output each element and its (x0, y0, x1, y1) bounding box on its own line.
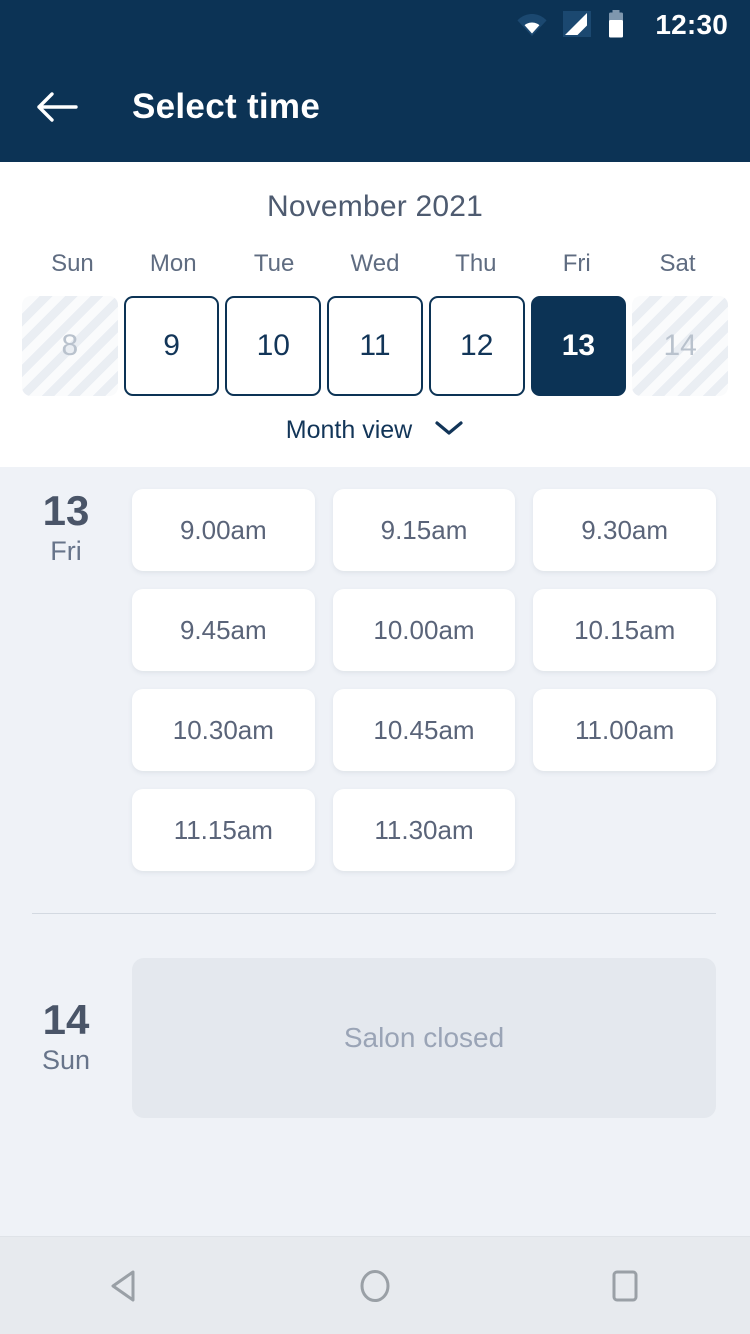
calendar-card: November 2021 Sun Mon Tue Wed Thu Fri Sa… (0, 162, 750, 467)
nav-recents-icon[interactable] (565, 1251, 685, 1321)
weekday-label: Thu (455, 250, 497, 277)
day-weekday: Sun (41, 1045, 91, 1076)
weekday-label: Sat (659, 250, 696, 277)
calendar-date-cell[interactable]: 11 (327, 296, 423, 396)
salon-closed-panel: Salon closed (132, 958, 716, 1118)
status-bar: 12:30 (0, 0, 750, 52)
calendar-date-cell[interactable]: 12 (428, 296, 525, 396)
app-bar: Select time (0, 52, 750, 162)
day-label: 13 Fri (0, 487, 132, 570)
weekday-label: Tue (253, 250, 295, 277)
nav-back-icon[interactable] (65, 1251, 185, 1321)
calendar-date-cell: 8 (22, 296, 118, 396)
time-slot[interactable]: 10.00am (332, 589, 516, 671)
android-nav-bar (0, 1236, 750, 1334)
nav-home-icon[interactable] (315, 1251, 435, 1321)
time-slot[interactable]: 11.00am (533, 689, 716, 771)
calendar-date-cell[interactable]: 10 (225, 296, 322, 396)
time-slot[interactable]: 9.45am (132, 589, 315, 671)
chevron-down-icon (434, 419, 464, 442)
time-slot[interactable]: 9.30am (533, 489, 716, 571)
slots-body: 13 Fri 9.00am 9.15am 9.30am 9.45am 10.00… (0, 467, 750, 1236)
status-icon-group: 12:30 (517, 9, 728, 43)
weekday-label: Fri (562, 250, 591, 277)
weekday-label: Wed (350, 250, 400, 277)
signal-icon (563, 10, 592, 42)
calendar-date-cell[interactable]: 9 (123, 296, 220, 396)
weekday-label: Sun (51, 250, 94, 277)
calendar-date-row: 8 9 10 11 12 13 14 (0, 296, 750, 396)
calendar-date-cell: 14 (632, 296, 728, 396)
time-slot[interactable]: 10.45am (332, 689, 516, 771)
calendar-month-title: November 2021 (266, 190, 484, 223)
time-slot[interactable]: 10.15am (533, 589, 716, 671)
calendar-date-cell-selected[interactable]: 13 (530, 296, 627, 396)
weekday-label: Mon (149, 250, 197, 277)
day-number: 13 (42, 487, 90, 534)
back-arrow-icon[interactable] (30, 80, 84, 134)
day-number: 14 (42, 996, 90, 1043)
day-block: 13 Fri 9.00am 9.15am 9.30am 9.45am 10.00… (0, 487, 750, 871)
page-title: Select time (132, 87, 321, 126)
phone-screen: 12:30 Select time November 2021 Sun Mon … (0, 0, 750, 1334)
time-slot[interactable]: 11.30am (332, 789, 516, 871)
wifi-icon (517, 11, 547, 42)
time-slot-grid: 9.00am 9.15am 9.30am 9.45am 10.00am 10.1… (132, 489, 716, 871)
battery-icon (607, 9, 625, 43)
day-weekday: Fri (50, 536, 82, 567)
time-slot[interactable]: 10.30am (132, 689, 315, 771)
day-block: 14 Sun Salon closed (0, 958, 750, 1118)
time-slot[interactable]: 11.15am (132, 789, 315, 871)
time-slot[interactable]: 9.15am (332, 489, 516, 571)
day-divider (32, 913, 716, 914)
calendar-weekday-row: Sun Mon Tue Wed Thu Fri Sat (0, 250, 750, 278)
day-label: 14 Sun (0, 958, 132, 1079)
month-view-toggle[interactable]: Month view (0, 416, 750, 445)
status-time: 12:30 (655, 9, 728, 40)
month-view-label: Month view (285, 416, 413, 444)
time-slot[interactable]: 9.00am (132, 489, 315, 571)
